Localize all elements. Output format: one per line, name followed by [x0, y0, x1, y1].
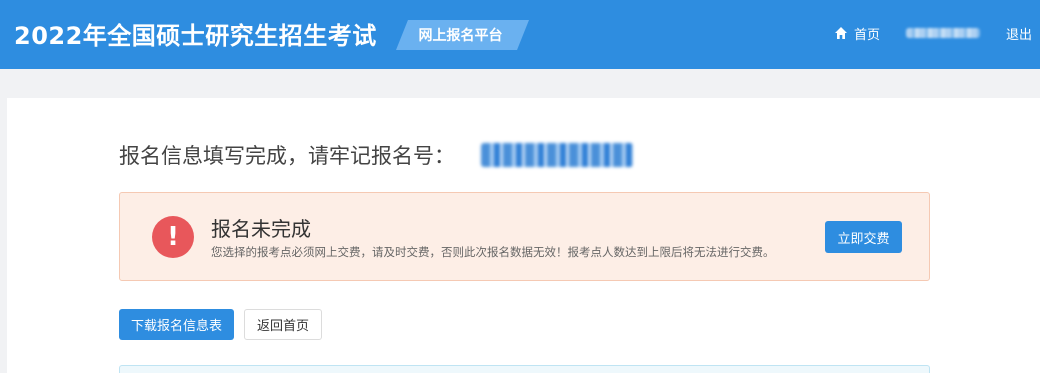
- alert-description: 您选择的报考点必须网上交费，请及时交费，否则此次报名数据无效！报考点人数达到上限…: [211, 245, 775, 259]
- nav-home-link[interactable]: 首页: [834, 24, 881, 43]
- top-header: 2022年全国硕士研究生招生考试 网上报名平台 首页 退出: [0, 0, 1040, 69]
- platform-badge: 网上报名平台: [396, 20, 529, 50]
- nav-home-label: 首页: [854, 27, 881, 43]
- return-home-button[interactable]: 返回首页: [244, 309, 322, 340]
- incomplete-alert: ! 报名未完成 您选择的报考点必须网上交费，请及时交费，否则此次报名数据无效！报…: [119, 192, 930, 281]
- exam-title: 2022年全国硕士研究生招生考试: [14, 22, 377, 50]
- info-box: [119, 365, 930, 373]
- home-icon: [835, 27, 847, 39]
- download-form-button[interactable]: 下载报名信息表: [119, 309, 234, 340]
- registration-label: 报名信息填写完成，请牢记报名号：: [119, 144, 455, 168]
- registration-line: 报名信息填写完成，请牢记报名号：: [119, 140, 633, 170]
- pay-now-button[interactable]: 立即交费: [825, 221, 902, 253]
- username-blurred: [906, 28, 980, 38]
- alert-title: 报名未完成: [211, 217, 311, 241]
- exclamation-icon: !: [152, 216, 194, 258]
- registration-number-blurred: [481, 143, 633, 167]
- logout-link[interactable]: 退出: [1006, 24, 1032, 43]
